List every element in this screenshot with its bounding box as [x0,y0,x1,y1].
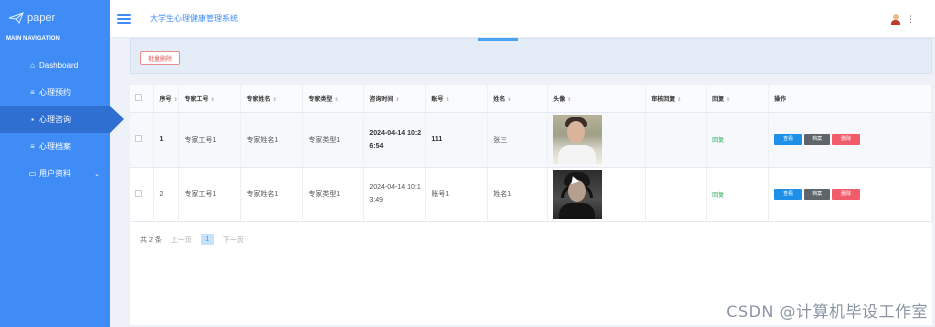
search-panel [130,38,932,74]
sidebar-item-dashboard[interactable]: ⌂ Dashboard [0,52,110,79]
cell-index: 2 [153,167,180,222]
column-header[interactable]: 回复 ⇕ [706,85,770,113]
cell-review-reply [645,167,708,222]
cell-reply: 回复 [706,167,770,222]
list-icon: ≡ [30,142,35,151]
page-number-button[interactable]: 1 [200,234,214,245]
batch-delete-button[interactable]: 批量删除 [140,51,180,65]
sidebar-item-archive[interactable]: ≡ 心理档案 [0,133,110,160]
sidebar-item-label: 心理档案 [39,142,71,151]
sidebar-item-user-profile[interactable]: ▭ 用户资料 ⌄ [0,160,110,187]
prev-page-button[interactable]: 上一页 [171,235,192,245]
cell-name: 姓名1 [487,167,549,222]
column-header[interactable]: 专家姓名 ⇕ [240,85,304,113]
delete-button[interactable]: 删除 [832,188,861,200]
sidebar: paper MAIN NAVIGATION ⌂ Dashboard ≡ 心理预约… [0,0,124,327]
chevron-down-icon: ⌄ [94,170,100,178]
sidebar-item-appointment[interactable]: ≡ 心理预约 [0,79,110,106]
cell-expert-name: 专家姓名1 [240,112,304,168]
archive-button[interactable]: 档案 [804,134,831,145]
nav-section-header: MAIN NAVIGATION [6,36,60,42]
column-header[interactable]: 专家类型 ⇕ [302,85,365,113]
cell-actions: 查看 档案 删除 [768,167,932,222]
row-checkbox[interactable] [135,135,142,142]
app-title: 大学生心理健康管理系统 [150,14,238,23]
tab-indicator [478,38,518,41]
sidebar-item-label: 心理咨询 [39,115,71,124]
cell-expert-no: 专家工号1 [178,167,242,222]
cell-expert-type: 专家类型1 [302,167,365,222]
column-header[interactable]: 序号 ⇕ [153,85,180,113]
more-options-icon[interactable]: ⋮ [906,14,915,25]
home-icon: ⌂ [30,61,35,70]
cell-account: 账号1 [425,167,489,222]
paper-plane-icon [8,12,24,24]
cell-name: 张三 [487,112,549,168]
cell-expert-no: 专家工号1 [178,112,242,168]
column-header[interactable]: 姓名 ⇕ [487,85,549,113]
sidebar-item-consultation[interactable]: ▪ 心理咨询 [0,106,124,133]
cell-reply: 回复 [706,112,770,168]
cell-review-reply [645,112,708,168]
row-checkbox[interactable] [135,189,142,197]
table-row[interactable]: 2 专家工号1 专家姓名1 专家类型1 2024-04-14 10:13:49 … [130,167,932,222]
reply-link[interactable]: 回复 [712,193,724,199]
column-header[interactable]: 头像 ⇕ [547,85,647,113]
watermark: CSDN @计算机毕设工作室 [726,302,928,321]
view-button[interactable]: 查看 [774,134,803,145]
column-header[interactable]: 账号 ⇕ [425,85,489,113]
avatar[interactable] [891,14,900,25]
delete-button[interactable]: 删除 [832,134,861,145]
next-page-button[interactable]: 下一页 [223,235,244,245]
column-header[interactable]: 专家工号 ⇕ [178,85,242,113]
grid-icon: ▪ [31,115,34,124]
table-header-row: 序号 ⇕ 专家工号 ⇕ 专家姓名 ⇕ 专家类型 ⇕ 咨询时间 ⇕ 账号 ⇕ 姓名 ⇕ 头像 ⇕ … [130,85,932,113]
cell-avatar [547,112,647,168]
menu-toggle-icon[interactable] [117,13,131,24]
data-table: 序号 ⇕ 专家工号 ⇕ 专家姓名 ⇕ 专家类型 ⇕ 咨询时间 ⇕ 账号 ⇕ 姓名 ⇕ 头像 ⇕ … [130,85,932,325]
sidebar-item-label: 用户资料 [39,169,71,178]
sidebar-item-label: Dashboard [39,61,79,70]
list-icon: ≡ [30,88,35,97]
logo[interactable]: paper [0,0,110,36]
cell-avatar [547,167,647,222]
top-header: 大学生心理健康管理系统 ⋮ [110,0,935,38]
table-row[interactable]: 1 专家工号1 专家姓名1 专家类型1 2024-04-14 10:26:54 … [130,112,932,168]
pagination: 共 2 条 上一页 1 下一页 [140,234,244,245]
logo-text: paper [27,12,56,24]
cell-index: 1 [153,112,180,168]
cell-expert-name: 专家姓名1 [240,167,304,222]
reply-link[interactable]: 回复 [712,138,724,144]
column-header[interactable]: 咨询时间 ⇕ [363,85,427,113]
cell-actions: 查看 档案 删除 [768,112,932,168]
total-count: 共 2 条 [140,236,162,244]
select-all-checkbox[interactable] [135,93,142,101]
cell-account: 111 [425,112,489,168]
card-icon: ▭ [28,169,37,178]
cell-expert-type: 专家类型1 [302,112,365,168]
avatar-photo[interactable] [553,169,603,219]
user-area: ⋮ [891,14,915,25]
avatar-photo[interactable] [553,115,603,164]
archive-button[interactable]: 档案 [804,188,831,200]
sidebar-item-label: 心理预约 [39,88,71,97]
column-header: 操作 [768,85,932,113]
cell-consult-time: 2024-04-14 10:13:49 [363,167,427,222]
column-header[interactable]: 审核回复 ⇕ [645,85,708,113]
cell-consult-time: 2024-04-14 10:26:54 [363,112,427,168]
view-button[interactable]: 查看 [774,188,803,200]
